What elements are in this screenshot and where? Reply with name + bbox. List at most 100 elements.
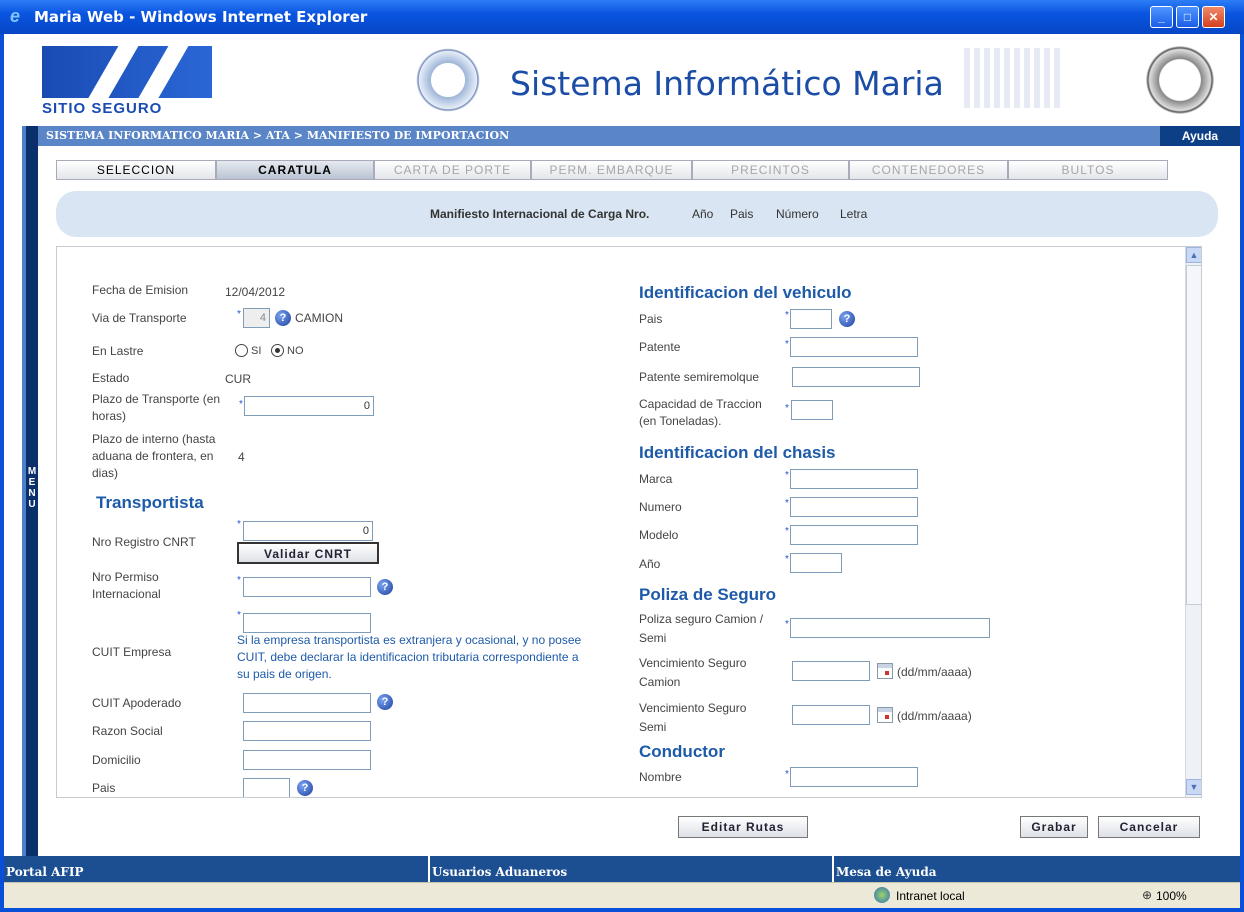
- via-input[interactable]: 4: [243, 308, 270, 328]
- tab-perm-embarque[interactable]: PERM. EMBARQUE: [531, 160, 692, 180]
- tab-seleccion[interactable]: SELECCION: [56, 160, 216, 180]
- razon-input[interactable]: [243, 721, 371, 741]
- nombre-label: Nombre: [639, 770, 682, 784]
- conductor-heading: Conductor: [639, 742, 725, 761]
- close-button[interactable]: ✕: [1202, 6, 1225, 28]
- validar-cnrt-button[interactable]: Validar CNRT: [237, 542, 379, 564]
- patente-semi-input[interactable]: [792, 367, 920, 387]
- cancelar-button[interactable]: Cancelar: [1098, 816, 1200, 838]
- ano-label: Año: [639, 557, 661, 571]
- required-marker: *: [785, 526, 789, 537]
- breadcrumb-text: SISTEMA INFORMATICO MARIA > ATA > MANIFI…: [46, 129, 510, 142]
- help-icon[interactable]: ?: [377, 579, 393, 595]
- lastre-label: En Lastre: [92, 344, 144, 358]
- browser-content: SITIO SEGURO Sistema Informático Maria M…: [4, 34, 1240, 908]
- footer-mesa[interactable]: Mesa de Ayuda: [834, 856, 1240, 882]
- numero-input[interactable]: [790, 497, 918, 517]
- apoderado-label: CUIT Apoderado: [92, 696, 182, 710]
- caratula-form: Fecha de Emision 12/04/2012 Via de Trans…: [56, 246, 1202, 798]
- domicilio-input[interactable]: [243, 750, 371, 770]
- ano-input[interactable]: [790, 553, 842, 573]
- required-marker: *: [785, 310, 789, 321]
- vehiculo-pais-input[interactable]: [790, 309, 832, 329]
- sitio-seguro-seal-icon: [1144, 44, 1216, 116]
- lastre-no-radio[interactable]: [271, 344, 284, 357]
- marca-label: Marca: [639, 472, 673, 486]
- tab-bultos[interactable]: BULTOS: [1008, 160, 1168, 180]
- usuarios-aduaneros-link[interactable]: Usuarios Aduaneros: [432, 865, 567, 879]
- apoderado-input[interactable]: [243, 693, 371, 713]
- nombre-input[interactable]: [790, 767, 918, 787]
- grabar-button[interactable]: Grabar: [1020, 816, 1088, 838]
- form-scrollbar[interactable]: ▲ ▼: [1185, 247, 1201, 797]
- domicilio-label: Domicilio: [92, 753, 141, 767]
- plazo-interno-value: 4: [238, 450, 245, 464]
- portal-afip-link[interactable]: Portal AFIP: [6, 865, 84, 879]
- modelo-input[interactable]: [790, 525, 918, 545]
- venc-semi-label: Vencimiento Seguro Semi: [639, 701, 747, 734]
- plazo-interno-label: Plazo de interno (hasta aduana de fronte…: [92, 432, 216, 480]
- footer-usuarios[interactable]: Usuarios Aduaneros: [430, 856, 832, 882]
- via-label: Via de Transporte: [92, 311, 187, 325]
- poliza-label: Poliza seguro Camion / Semi: [639, 612, 764, 645]
- transportista-heading: Transportista: [96, 493, 204, 512]
- side-menu-toggle[interactable]: MENU: [22, 126, 38, 856]
- maximize-button[interactable]: □: [1176, 6, 1199, 28]
- required-marker: *: [237, 575, 241, 586]
- help-link[interactable]: Ayuda: [1160, 126, 1240, 146]
- marca-input[interactable]: [790, 469, 918, 489]
- minimize-button[interactable]: _: [1150, 6, 1173, 28]
- required-marker: *: [785, 498, 789, 509]
- lastre-no-label: NO: [287, 345, 304, 357]
- intranet-globe-icon: [874, 887, 890, 903]
- required-marker: *: [239, 399, 243, 410]
- help-icon[interactable]: ?: [839, 311, 855, 327]
- window-title: Maria Web - Windows Internet Explorer: [34, 8, 368, 26]
- browser-window: e Maria Web - Windows Internet Explorer …: [0, 0, 1244, 912]
- plazo-label: Plazo de Transporte (en horas): [92, 392, 221, 423]
- required-marker: *: [785, 619, 789, 630]
- manifest-letra: Letra: [840, 207, 868, 221]
- razon-label: Razon Social: [92, 724, 163, 738]
- zoom-level[interactable]: 100%: [1156, 889, 1187, 903]
- breadcrumb: SISTEMA INFORMATICO MARIA > ATA > MANIFI…: [38, 126, 1240, 146]
- venc-camion-format: (dd/mm/aaaa): [897, 665, 972, 679]
- manifest-pais: Pais: [730, 207, 754, 221]
- plazo-input[interactable]: 0: [244, 396, 374, 416]
- patente-input[interactable]: [790, 337, 918, 357]
- vehiculo-heading: Identificacion del vehiculo: [639, 283, 852, 302]
- tab-contenedores[interactable]: CONTENEDORES: [849, 160, 1008, 180]
- venc-semi-input[interactable]: [792, 705, 870, 725]
- cnrt-input[interactable]: 0: [243, 521, 373, 541]
- estado-label: Estado: [92, 371, 130, 385]
- pais-label-left: Pais: [92, 781, 116, 795]
- help-icon[interactable]: ?: [377, 694, 393, 710]
- help-icon[interactable]: ?: [275, 310, 291, 326]
- scroll-thumb[interactable]: [1186, 265, 1201, 605]
- footer-portal-afip[interactable]: Portal AFIP: [4, 856, 428, 882]
- lastre-si-radio[interactable]: [235, 344, 248, 357]
- cuit-input[interactable]: [243, 613, 371, 633]
- scroll-down-arrow-icon[interactable]: ▼: [1186, 779, 1201, 795]
- venc-camion-input[interactable]: [792, 661, 870, 681]
- patente-label: Patente: [639, 340, 681, 354]
- scroll-up-arrow-icon[interactable]: ▲: [1186, 247, 1201, 263]
- calendar-icon[interactable]: [877, 663, 893, 679]
- calendar-icon[interactable]: [877, 707, 893, 723]
- mesa-de-ayuda-link[interactable]: Mesa de Ayuda: [836, 865, 937, 879]
- required-marker: *: [785, 339, 789, 350]
- permiso-input[interactable]: [243, 577, 371, 597]
- pais-input-left[interactable]: [243, 778, 290, 797]
- tab-carta-de-porte[interactable]: CARTA DE PORTE: [374, 160, 531, 180]
- tab-caratula[interactable]: CARATULA: [216, 160, 374, 180]
- capacidad-input[interactable]: [791, 400, 833, 420]
- editar-rutas-button[interactable]: Editar Rutas: [678, 816, 808, 838]
- ie-icon: e: [10, 6, 21, 26]
- help-icon[interactable]: ?: [297, 780, 313, 796]
- required-marker: *: [785, 470, 789, 481]
- tab-precintos[interactable]: PRECINTOS: [692, 160, 849, 180]
- zoom-icon[interactable]: ⊕: [1142, 888, 1152, 902]
- required-marker: *: [785, 554, 789, 565]
- poliza-input[interactable]: [790, 618, 990, 638]
- estado-value: CUR: [225, 372, 251, 386]
